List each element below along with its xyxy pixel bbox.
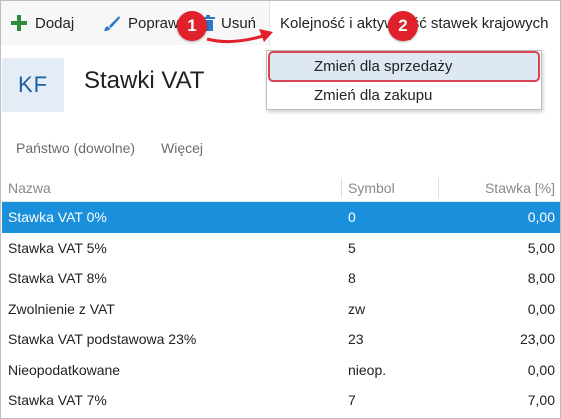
step-badge-2: 2: [388, 11, 418, 41]
column-header-rate[interactable]: Stawka [%]: [485, 174, 555, 202]
column-header-symbol[interactable]: Symbol: [348, 174, 395, 202]
step-badge-1: 1: [177, 11, 207, 41]
cell-rate: 23,00: [519, 331, 555, 347]
table-header: Nazwa Symbol Stawka [%]: [2, 174, 560, 202]
cell-symbol: 8: [348, 270, 356, 286]
plus-icon: [11, 15, 27, 31]
table-row[interactable]: Stawka VAT 5% 5 5,00: [2, 233, 560, 264]
table-row[interactable]: Stawka VAT podstawowa 23% 23 23,00: [2, 324, 560, 355]
cell-rate: 0,00: [527, 300, 555, 317]
window: Dodaj Popraw Usuń Kolejność i aktywność …: [0, 0, 561, 419]
brush-icon: [104, 15, 120, 31]
cell-name: Stawka VAT podstawowa 23%: [8, 331, 197, 347]
cell-name: Stawka VAT 8%: [8, 270, 107, 286]
cell-name: Nieopodatkowane: [8, 361, 121, 378]
table-row[interactable]: Stawka VAT 8% 8 8,00: [2, 263, 560, 294]
cell-name: Stawka VAT 7%: [8, 392, 107, 408]
delete-button-label: Usuń: [221, 14, 257, 32]
cell-rate: 0,00: [527, 209, 555, 225]
cell-symbol: zw: [348, 300, 366, 317]
delete-button[interactable]: Usuń: [201, 1, 256, 45]
order-dropdown-menu: Zmień dla sprzedaży Zmień dla zakupu: [266, 50, 542, 110]
menu-item-change-for-sales[interactable]: Zmień dla sprzedaży: [268, 51, 540, 82]
cell-name: Zwolnienie z VAT: [8, 300, 115, 317]
table-row[interactable]: Stawka VAT 7% 7 7,00: [2, 385, 560, 416]
cell-symbol: 23: [348, 331, 364, 347]
cell-symbol: 5: [348, 239, 356, 256]
cell-rate: 7,00: [527, 392, 555, 408]
add-button-label: Dodaj: [35, 14, 75, 32]
table-row[interactable]: Nieopodatkowane nieop. 0,00: [2, 355, 560, 386]
table-row[interactable]: Zwolnienie z VAT zw 0,00: [2, 294, 560, 325]
vat-rates-table: Nazwa Symbol Stawka [%] Stawka VAT 0% 0 …: [2, 174, 560, 416]
cell-symbol: nieop.: [348, 361, 387, 378]
edit-button[interactable]: Popraw: [103, 1, 179, 45]
cell-name: Stawka VAT 0%: [8, 209, 107, 225]
table-row[interactable]: Stawka VAT 0% 0 0,00: [2, 202, 560, 233]
page-title: Stawki VAT: [84, 67, 205, 94]
cell-name: Stawka VAT 5%: [8, 239, 107, 256]
column-divider[interactable]: [438, 178, 439, 198]
cell-rate: 5,00: [527, 239, 555, 256]
edit-button-label: Popraw: [128, 14, 179, 32]
country-filter[interactable]: Państwo (dowolne): [16, 140, 135, 156]
cell-symbol: 7: [348, 392, 356, 408]
menu-item-change-for-purchase[interactable]: Zmień dla zakupu: [270, 82, 538, 109]
cell-rate: 8,00: [527, 270, 555, 286]
app-tile: KF: [2, 58, 64, 112]
column-divider[interactable]: [341, 178, 342, 198]
toolbar: Dodaj Popraw Usuń Kolejność i aktywność …: [1, 1, 560, 45]
add-button[interactable]: Dodaj: [11, 1, 74, 45]
cell-symbol: 0: [348, 209, 356, 225]
column-header-name[interactable]: Nazwa: [8, 174, 51, 202]
cell-rate: 0,00: [527, 361, 555, 378]
more-filters-link[interactable]: Więcej: [161, 140, 203, 156]
